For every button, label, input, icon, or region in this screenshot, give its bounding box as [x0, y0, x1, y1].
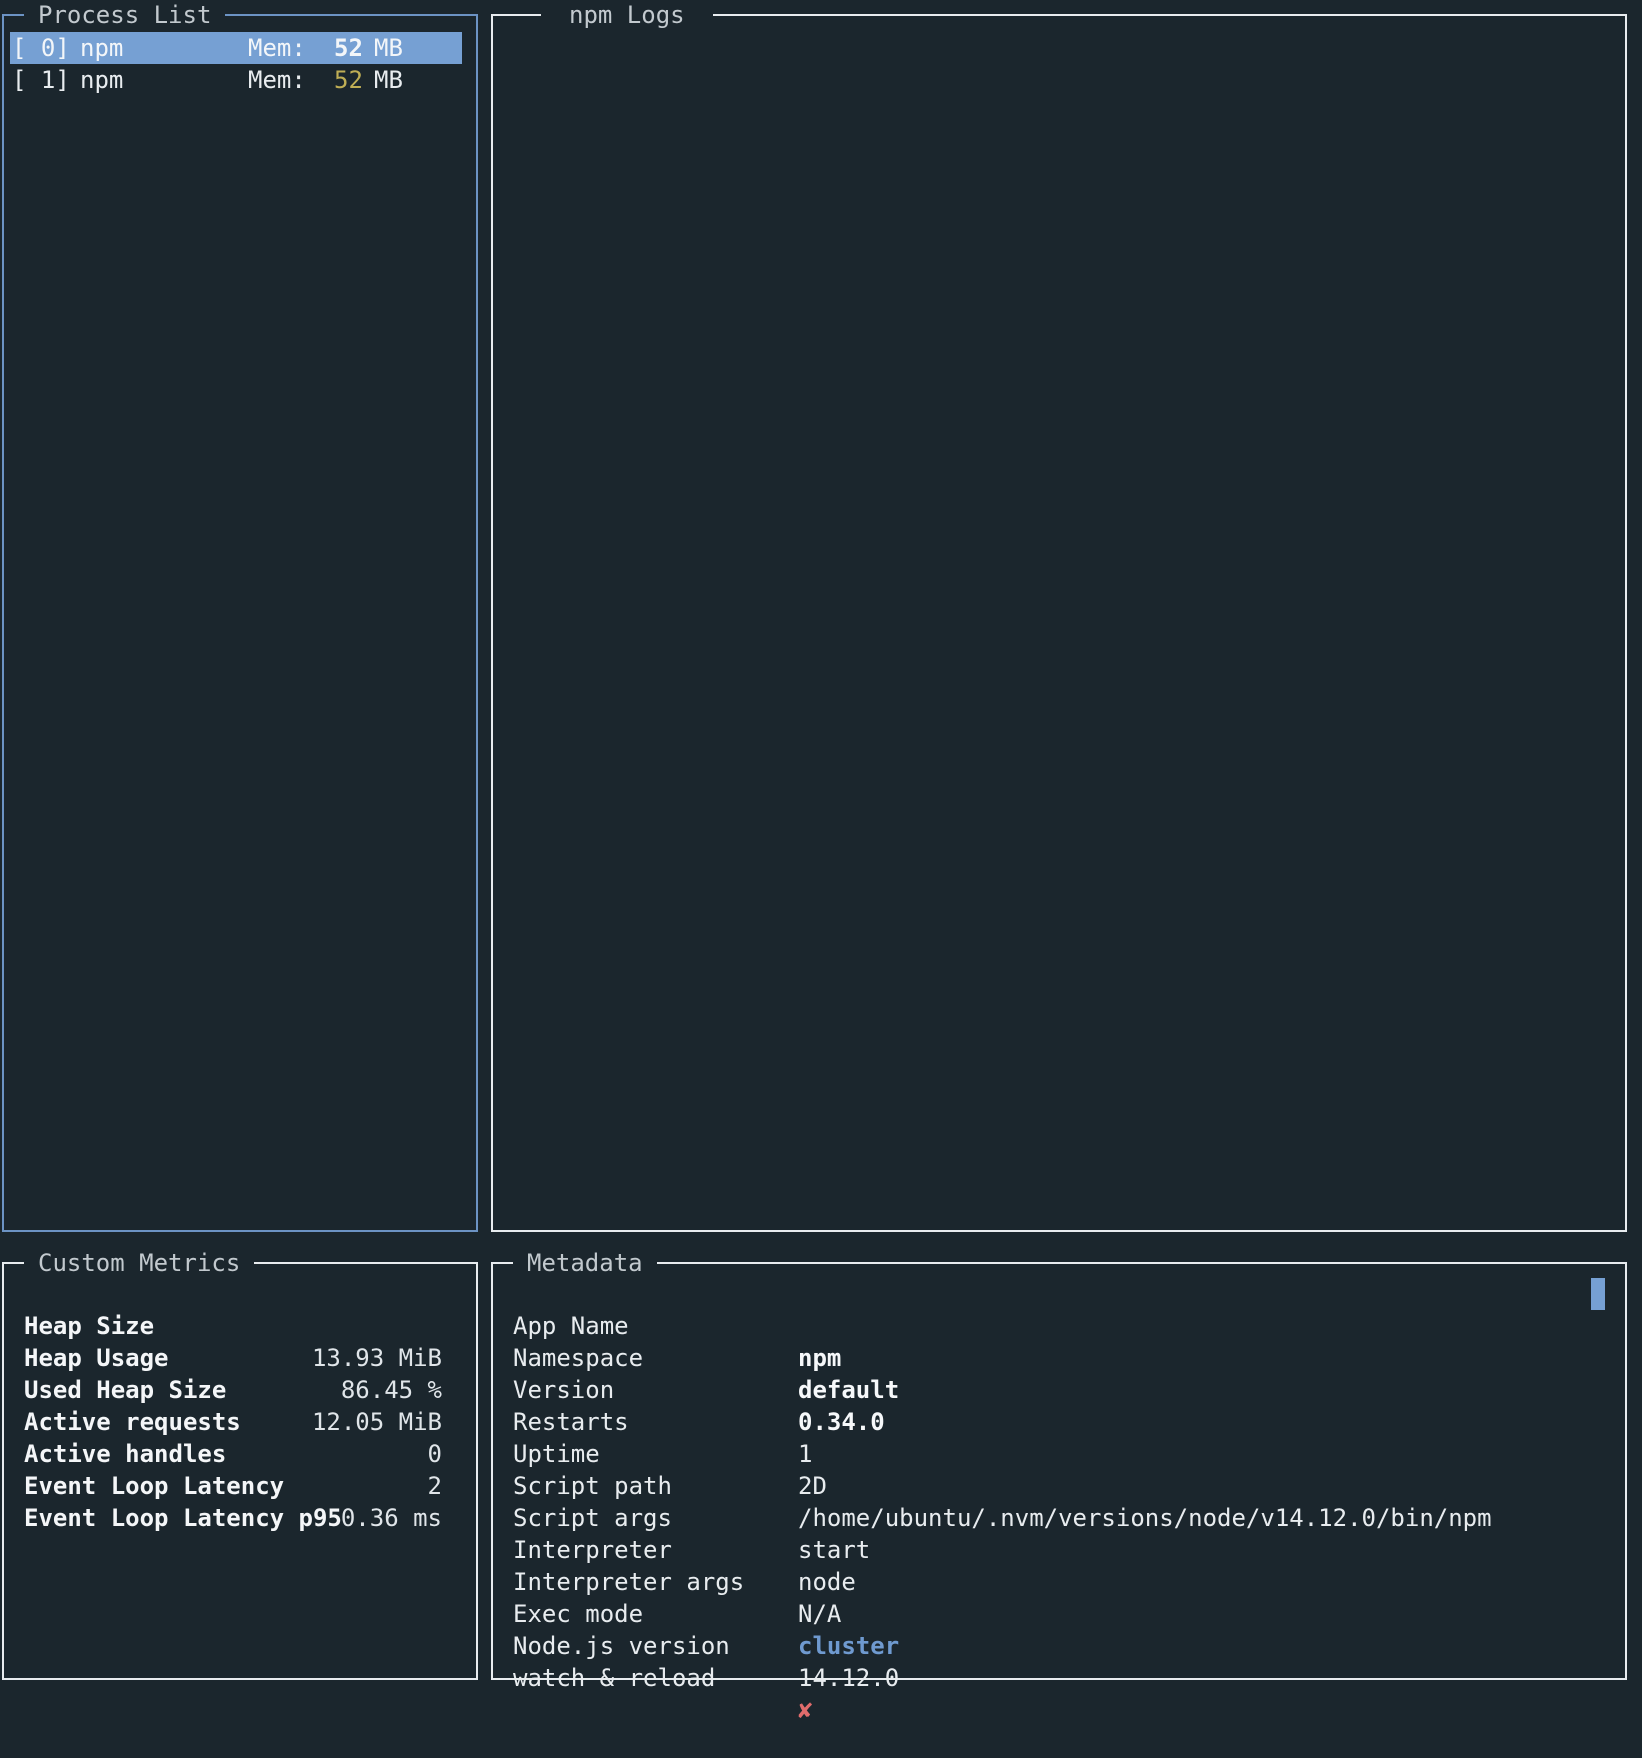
metadata-row: Script path /home/ubuntu/.nvm/versions/n… [493, 1438, 1625, 1532]
metadata-row: Restarts 1 [493, 1374, 1625, 1468]
mem-unit: MB [374, 34, 403, 62]
custom-metrics-title: Custom Metrics [24, 1248, 255, 1278]
logs-title: npm Logs [541, 0, 713, 30]
process-row-0[interactable]: [ 0] npm Mem: 52 MB [10, 32, 462, 64]
metric-row: Heap Size 13.93 MiB [4, 1278, 476, 1372]
process-row-1[interactable]: [ 1] npm Mem: 52 MB [10, 64, 462, 96]
metadata-value: 14.12.0 [798, 1664, 900, 1692]
metadata-title: Metadata [513, 1248, 657, 1278]
metadata-row: App Name npm [493, 1278, 1625, 1372]
mem-value: 52 [334, 34, 363, 62]
metadata-row: Interpreter args N/A [493, 1534, 1625, 1628]
metadata-row: watch & reload ✘ [493, 1630, 1625, 1724]
metadata-row: Namespace default [493, 1310, 1625, 1404]
metric-row: Heap Usage 86.45 % [4, 1310, 476, 1404]
process-index: [ 0] [12, 34, 70, 62]
cross-icon: ✘ [798, 1696, 813, 1724]
mem-label: Mem: [248, 34, 306, 62]
metric-label: Event Loop Latency p95 [24, 1504, 342, 1532]
process-index: [ 1] [12, 66, 70, 94]
metadata-row: Version 0.34.0 [493, 1342, 1625, 1436]
metadata-row: Interpreter node [493, 1502, 1625, 1596]
metric-row: Event Loop Latency p95 [4, 1470, 476, 1532]
metadata-row: Script args start [493, 1470, 1625, 1564]
process-list-panel[interactable]: Process List [ 0] npm Mem: 52 MB [ 1] np… [2, 0, 478, 1232]
logs-panel[interactable]: npm Logs [491, 0, 1627, 1232]
metadata-row: Node.js version 14.12.0 [493, 1598, 1625, 1692]
process-list-title: Process List [24, 0, 226, 30]
metadata-key: watch & reload [513, 1664, 716, 1692]
mem-value: 52 [334, 66, 363, 94]
metadata-row: Uptime 2D [493, 1406, 1625, 1500]
metric-value: 0.36 ms [340, 1504, 442, 1532]
process-name: npm [80, 34, 124, 62]
metadata-panel[interactable]: Metadata App Name npm Namespace default … [491, 1248, 1627, 1724]
metadata-row: Exec mode cluster [493, 1566, 1625, 1660]
mem-unit: MB [374, 66, 403, 94]
process-name: npm [80, 66, 124, 94]
custom-metrics-panel[interactable]: Custom Metrics Heap Size 13.93 MiB Heap … [2, 1248, 478, 1680]
metric-row: Event Loop Latency 0.36 ms [4, 1438, 476, 1532]
metric-row: Used Heap Size 12.05 MiB [4, 1342, 476, 1436]
metric-row: Active requests 0 [4, 1374, 476, 1468]
mem-label: Mem: [248, 66, 306, 94]
metric-row: Active handles 2 [4, 1406, 476, 1500]
